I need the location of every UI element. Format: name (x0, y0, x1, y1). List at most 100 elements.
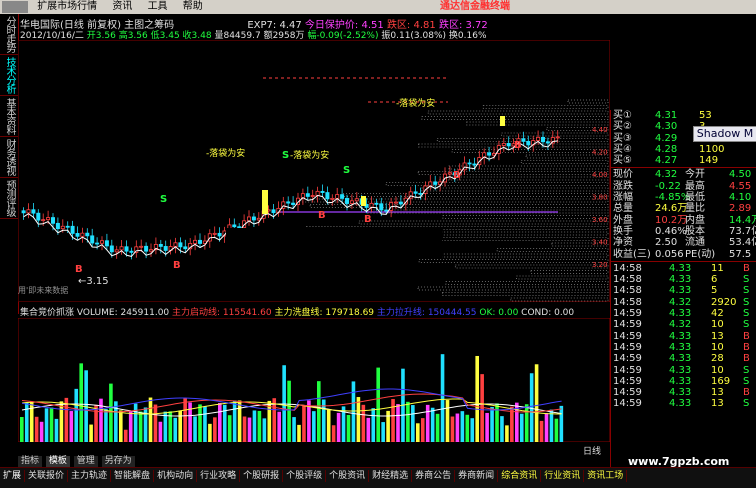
tick-row-cell: B (743, 330, 750, 342)
app-menu-icon[interactable] (2, 1, 28, 13)
signal-candle (361, 196, 366, 206)
footer-tab[interactable]: 券商新闻 (455, 470, 499, 482)
candle-body (541, 136, 546, 143)
menu-item-tools[interactable]: 工具 (144, 0, 176, 14)
tick-row-cell: 14:59 (613, 398, 642, 410)
stat-row: 涨幅 -4.85% 最低 4.10 (611, 192, 756, 203)
stat-row: 外盘 10.2万内盘 14.4万 (611, 215, 756, 226)
footer-tab[interactable]: 关联报价 (25, 470, 69, 482)
volume-bar (485, 412, 489, 442)
candle-body (246, 216, 251, 222)
footer-tab[interactable]: 财经精选 (369, 470, 413, 482)
candle-body (286, 201, 291, 204)
volume-bar (143, 407, 148, 442)
tick-row-cell: S (743, 364, 750, 376)
tick-row: 14:59 4.33 13 S (611, 398, 756, 409)
subtab-indicator[interactable]: 指标 (18, 456, 43, 467)
volume-chart[interactable] (18, 318, 610, 442)
candle-body (114, 249, 119, 253)
footer-tab[interactable]: 综合资讯 (498, 470, 542, 482)
tick-row-cell: S (743, 296, 750, 308)
tab-finance[interactable]: 财务透视 (0, 137, 19, 178)
candle-body (173, 242, 178, 247)
footer-tab[interactable]: 个股资讯 (326, 470, 370, 482)
footer-tab[interactable]: 券商公告 (412, 470, 456, 482)
bid-row: 买⑤ 4.27 149 (611, 155, 756, 166)
tick-row-cell: 13 (711, 398, 724, 410)
candle-body (124, 246, 129, 252)
volume-bar (336, 412, 341, 442)
tick-row: 14:58 4.33 6 S (611, 274, 756, 285)
menu-item-market[interactable]: 扩展市场行情 (33, 0, 105, 14)
footer-tab[interactable]: 行业攻略 (197, 470, 241, 482)
footer-tab[interactable]: 机构动向 (154, 470, 198, 482)
candle-body (418, 192, 423, 195)
menu-item-news[interactable]: 资讯 (108, 0, 140, 14)
volume-bar (440, 354, 445, 442)
stat-row-cell: 收益(三) (613, 248, 651, 260)
volume-bar (381, 422, 385, 442)
chart-overlay-box (226, 228, 442, 258)
tick-row-cell: 4.33 (669, 308, 692, 320)
cond-value: COND: 0.00 (521, 308, 575, 318)
footer-tab[interactable]: 主力轨迹 (68, 470, 112, 482)
tick-row-cell: 4.33 (669, 285, 692, 297)
stat-row-cell: 总量 (613, 203, 633, 215)
volume-bar (351, 381, 356, 442)
indicator-subtabs: 指标 模板 管理 另存为 (18, 456, 136, 467)
menu-item-help[interactable]: 帮助 (179, 0, 211, 14)
stat-row: 现价 4.32 今开 4.50 (611, 169, 756, 180)
tab-profile[interactable]: 基本资料 (0, 96, 19, 137)
footer-tab[interactable]: 智能解盘 (111, 470, 155, 482)
volume-bar (450, 416, 455, 442)
candle-body (305, 193, 310, 197)
stat-row: 净资 2.50 流通 53.4亿 (611, 237, 756, 248)
candle-body (335, 194, 340, 199)
footer-tab[interactable]: 行业资讯 (541, 470, 585, 482)
subtab-template[interactable]: 模板 (45, 456, 70, 467)
volume-bar (262, 418, 267, 442)
candle-body (545, 141, 550, 144)
stat-row-cell: 53.4亿 (729, 237, 756, 249)
main-pull-line: 主力拉升线: 150444.55 (376, 308, 477, 318)
footer-tab[interactable]: 个股评级 (283, 470, 327, 482)
volume-bar (119, 410, 123, 442)
subtab-save-as[interactable]: 另存为 (101, 456, 135, 467)
tab-intraday[interactable]: 分时走势 (0, 14, 19, 55)
tick-row-cell: 4.33 (669, 274, 692, 286)
stat-row-cell: 4.32 (655, 169, 678, 181)
tab-technical[interactable]: 技术分析 (0, 55, 19, 96)
volume-bar (198, 404, 202, 442)
volume-bar (242, 416, 247, 442)
volume-bar (475, 355, 479, 442)
stat-row-cell: 4.50 (729, 169, 752, 181)
candle-body (46, 217, 51, 221)
shadow-window-button[interactable]: Shadow M (693, 126, 756, 142)
candle-body (36, 212, 41, 221)
volume-bar (153, 404, 158, 442)
footer-tab[interactable]: 个股研报 (240, 470, 284, 482)
volume-bar (39, 421, 44, 442)
price-axis-label: 3.40 (592, 239, 608, 247)
candle-body (413, 191, 418, 194)
footer-tab[interactable]: 资讯工场 (584, 470, 628, 482)
volume-bar (500, 416, 504, 442)
tick-row-cell: B (743, 353, 750, 365)
footer-tab[interactable]: 扩展 (0, 470, 26, 482)
tick-row-cell: 10 (711, 341, 724, 353)
volume-bar (252, 410, 257, 442)
volume-bar (79, 363, 83, 442)
candlestick-chart[interactable]: -落袋为安 -落袋为安-落袋为安SSSB BB BBB←3.15用'即未来数据4.40… (18, 40, 610, 302)
stat-row: 换手 0.46%股本 73.7亿 (611, 226, 756, 237)
period-day-button[interactable]: 日线 (583, 444, 611, 457)
stat-row-cell: 股本 (685, 225, 705, 237)
tick-row-cell: 14:58 (613, 285, 642, 297)
tick-row: 14:59 4.33 42 S (611, 308, 756, 319)
tab-rating[interactable]: 预测评级 (0, 178, 19, 219)
volume-bar (406, 401, 410, 442)
tick-row-cell: 14:59 (613, 319, 642, 331)
tick-row-cell: S (743, 308, 750, 320)
subtab-manage[interactable]: 管理 (73, 456, 98, 467)
tick-row-cell: 42 (711, 308, 724, 320)
candle-body (256, 217, 261, 221)
